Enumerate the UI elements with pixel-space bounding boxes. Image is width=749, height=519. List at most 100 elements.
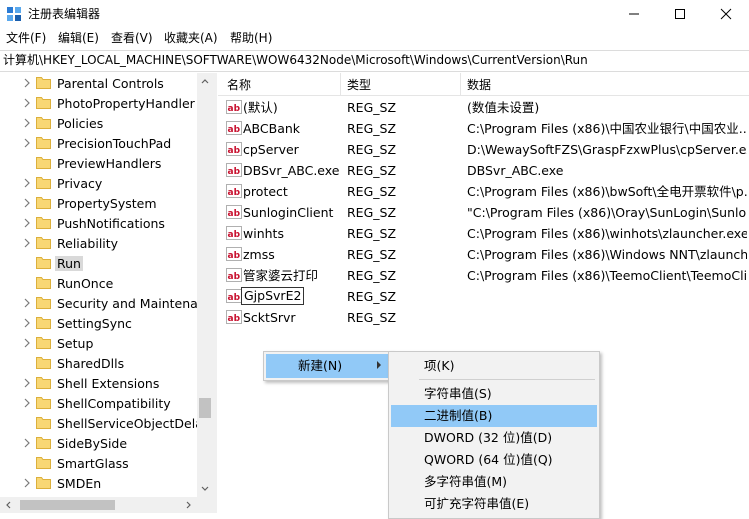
- chevron-right-icon[interactable]: [22, 217, 32, 229]
- chevron-right-icon[interactable]: [22, 437, 32, 449]
- table-row[interactable]: ab protect REG_SZ C:\Program Files (x86)\bw…: [218, 181, 749, 202]
- submenu-item[interactable]: QWORD (64 位)值(Q): [391, 449, 597, 471]
- tree-item[interactable]: ShellCompatibility: [0, 393, 200, 413]
- chevron-right-icon[interactable]: [22, 137, 32, 149]
- address-bar[interactable]: 计算机\HKEY_LOCAL_MACHINE\SOFTWARE\WOW6432N…: [0, 50, 749, 72]
- folder-icon: [36, 277, 51, 289]
- submenu-item[interactable]: DWORD (32 位)值(D): [391, 427, 597, 449]
- table-row[interactable]: ab DBSvr_ABC.exe REG_SZ DBSvr_ABC.exe: [218, 160, 749, 181]
- menu-edit[interactable]: 编辑(E): [58, 31, 99, 46]
- rename-input[interactable]: GjpSvrE2: [241, 287, 305, 305]
- tree-item[interactable]: Security and Maintenanc: [0, 293, 213, 313]
- tree-item[interactable]: SharedDlls: [0, 353, 200, 373]
- tree-item[interactable]: SideBySide: [0, 433, 200, 453]
- svg-text:ab: ab: [228, 230, 241, 240]
- svg-text:ab: ab: [228, 104, 241, 114]
- menu-item-new[interactable]: 新建(N): [266, 354, 390, 378]
- column-header-data[interactable]: 数据: [467, 78, 491, 92]
- maximize-button[interactable]: [657, 0, 703, 28]
- table-row[interactable]: ab ScktSrvr REG_SZ: [218, 307, 749, 328]
- tree-item[interactable]: SmartGlass: [0, 453, 200, 473]
- tree-vertical-scrollbar[interactable]: [197, 73, 213, 497]
- scroll-up-button[interactable]: [197, 73, 213, 89]
- tree-item[interactable]: PushNotifications: [0, 213, 200, 233]
- scroll-down-button[interactable]: [197, 481, 213, 497]
- table-row[interactable]: ab cpServer REG_SZ D:\WewaySoftFZS\GraspFzx…: [218, 139, 749, 160]
- reg-sz-icon: ab: [226, 289, 242, 303]
- close-button[interactable]: [703, 0, 749, 28]
- chevron-right-icon[interactable]: [22, 177, 32, 189]
- tree-item[interactable]: RunOnce: [0, 273, 200, 293]
- reg-sz-icon: ab: [226, 184, 242, 198]
- menu-favorites[interactable]: 收藏夹(A): [164, 31, 218, 46]
- table-row[interactable]: ab GjpSvrE2 REG_SZ: [218, 286, 749, 307]
- chevron-right-icon[interactable]: [22, 77, 32, 89]
- tree-item[interactable]: Privacy: [0, 173, 200, 193]
- menu-file[interactable]: 文件(F): [6, 31, 46, 46]
- chevron-right-icon[interactable]: [22, 117, 32, 129]
- value-data: C:\Program Files (x86)\Windows NNT\zlaun…: [467, 247, 747, 262]
- tree-item[interactable]: Shell Extensions: [0, 373, 200, 393]
- chevron-right-icon[interactable]: [22, 197, 32, 209]
- tree-item[interactable]: PreviewHandlers: [0, 153, 200, 173]
- column-divider[interactable]: [340, 73, 341, 95]
- table-row[interactable]: ab 管家婆云打印 REG_SZ C:\Program Files (x86)\Tee…: [218, 265, 749, 286]
- chevron-right-icon[interactable]: [22, 377, 32, 389]
- tree-item[interactable]: Policies: [0, 113, 200, 133]
- submenu-item[interactable]: 多字符串值(M): [391, 471, 597, 493]
- chevron-right-icon[interactable]: [22, 397, 32, 409]
- list-header: 名称 类型 数据: [218, 73, 749, 96]
- chevron-right-icon[interactable]: [22, 337, 32, 349]
- minimize-button[interactable]: [611, 0, 657, 28]
- chevron-right-icon[interactable]: [22, 317, 32, 329]
- scroll-left-button[interactable]: [0, 497, 16, 513]
- folder-icon: [36, 177, 51, 189]
- tree-item[interactable]: PropertySystem: [0, 193, 200, 213]
- scroll-right-button[interactable]: [181, 497, 197, 513]
- table-row[interactable]: ab (默认) REG_SZ (数值未设置): [218, 97, 749, 118]
- tree-horizontal-scrollbar[interactable]: [0, 497, 213, 513]
- chevron-right-icon[interactable]: [22, 477, 32, 489]
- tree-item[interactable]: SettingSync: [0, 313, 200, 333]
- tree-item[interactable]: Run: [0, 253, 200, 273]
- svg-text:ab: ab: [228, 209, 241, 219]
- value-type: REG_SZ: [347, 121, 397, 136]
- submenu-item[interactable]: 字符串值(S): [391, 383, 597, 405]
- hscroll-thumb[interactable]: [20, 500, 115, 510]
- table-row[interactable]: ab zmss REG_SZ C:\Program Files (x86)\Windo…: [218, 244, 749, 265]
- menu-separator: [419, 379, 595, 380]
- new-submenu: 项(K) 字符串值(S) 二进制值(B) DWORD (32 位)值(D) QWORD …: [388, 351, 600, 519]
- submenu-item[interactable]: 可扩充字符串值(E): [391, 493, 597, 515]
- submenu-item[interactable]: 项(K): [391, 355, 597, 377]
- tree-item-label: Privacy: [57, 176, 103, 191]
- folder-icon: [36, 437, 51, 449]
- scroll-thumb[interactable]: [199, 398, 211, 418]
- tree-item-label: SmartGlass: [57, 456, 129, 471]
- tree-item-label: RunOnce: [57, 276, 114, 291]
- table-row[interactable]: ab winhts REG_SZ C:\Program Files (x86)\win…: [218, 223, 749, 244]
- submenu-item[interactable]: 二进制值(B): [391, 405, 597, 427]
- address-path[interactable]: 计算机\HKEY_LOCAL_MACHINE\SOFTWARE\WOW6432N…: [3, 53, 588, 68]
- tree-item[interactable]: Reliability: [0, 233, 200, 253]
- minimize-icon: [629, 13, 639, 15]
- tree-item[interactable]: SMDEn: [0, 473, 200, 493]
- tree-item[interactable]: ShellServiceObjectDelay: [0, 413, 210, 433]
- column-header-name[interactable]: 名称: [227, 78, 251, 92]
- tree-item[interactable]: Parental Controls: [0, 73, 200, 93]
- chevron-right-icon[interactable]: [22, 97, 32, 109]
- tree-item[interactable]: PrecisionTouchPad: [0, 133, 200, 153]
- table-row[interactable]: ab ABCBank REG_SZ C:\Program Files (x86)\中国…: [218, 118, 749, 139]
- tree-item[interactable]: PhotoPropertyHandler: [0, 93, 200, 113]
- value-type: REG_SZ: [347, 163, 397, 178]
- menu-view[interactable]: 查看(V): [111, 31, 153, 46]
- chevron-right-icon[interactable]: [22, 297, 32, 309]
- column-header-type[interactable]: 类型: [347, 78, 371, 92]
- tree-item-label: PreviewHandlers: [57, 156, 162, 171]
- menu-help[interactable]: 帮助(H): [230, 31, 272, 46]
- chevron-right-icon[interactable]: [22, 237, 32, 249]
- table-row[interactable]: ab SunloginClient REG_SZ "C:\Program Files …: [218, 202, 749, 223]
- tree-item-label: PhotoPropertyHandler: [57, 96, 195, 111]
- tree-item[interactable]: Setup: [0, 333, 200, 353]
- pane-splitter[interactable]: [213, 73, 217, 513]
- column-divider[interactable]: [460, 73, 461, 95]
